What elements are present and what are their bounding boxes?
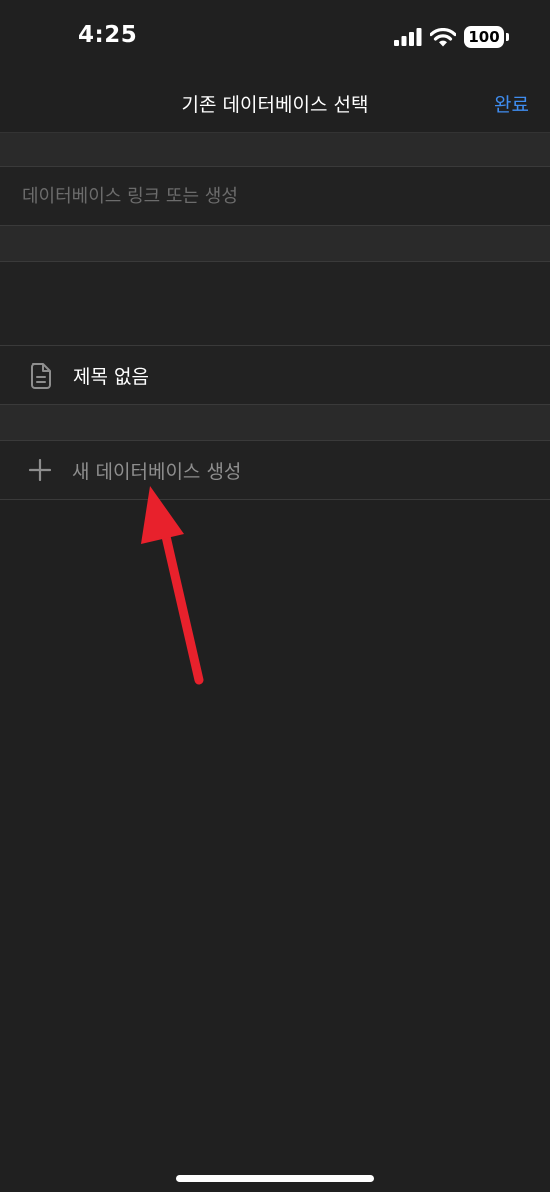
document-icon [31, 363, 51, 389]
page-title: 기존 데이터베이스 선택 [181, 94, 369, 116]
status-icons: 100 [394, 26, 509, 48]
nav-bar: 기존 데이터베이스 선택 완료 [0, 76, 550, 133]
status-time: 4:25 [78, 22, 138, 48]
status-bar: 4:25 100 [0, 0, 550, 76]
battery-level: 100 [468, 28, 500, 46]
database-item-label: 제목 없음 [73, 366, 149, 388]
database-item-untitled[interactable]: 제목 없음 [0, 345, 550, 405]
signal-icon [394, 28, 422, 46]
search-row [0, 166, 550, 226]
wifi-icon [430, 27, 456, 46]
create-database-row[interactable]: 새 데이터베이스 생성 [0, 440, 550, 500]
home-indicator [176, 1175, 374, 1182]
empty-section [0, 261, 550, 346]
create-database-label: 새 데이터베이스 생성 [72, 461, 242, 483]
plus-icon [29, 459, 51, 481]
done-button[interactable]: 완료 [494, 90, 529, 117]
battery-icon: 100 [464, 26, 509, 48]
section-spacer [0, 405, 550, 440]
section-spacer [0, 226, 550, 261]
database-search-input[interactable] [20, 179, 524, 213]
section-spacer [0, 133, 550, 167]
